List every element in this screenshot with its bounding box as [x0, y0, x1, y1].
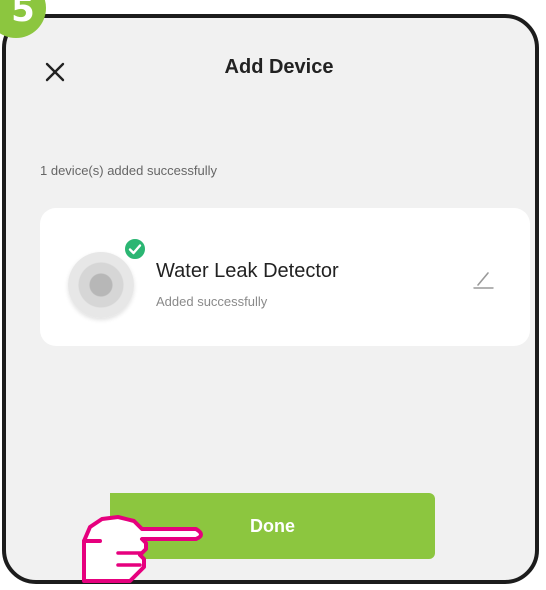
check-icon [122, 236, 148, 262]
edit-icon[interactable] [472, 268, 494, 290]
water-leak-sensor-image [68, 252, 134, 318]
device-name: Water Leak Detector [156, 260, 339, 282]
device-status: Added successfully [156, 294, 268, 309]
hand-pointer-icon [82, 515, 203, 583]
page-title: Add Device [224, 56, 334, 78]
status-summary: 1 device(s) added successfully [40, 163, 218, 178]
device-card[interactable]: Water Leak Detector Added successfully [40, 208, 530, 346]
instruction-screenshot: Add Device 1 device(s) added successfull… [0, 0, 546, 590]
